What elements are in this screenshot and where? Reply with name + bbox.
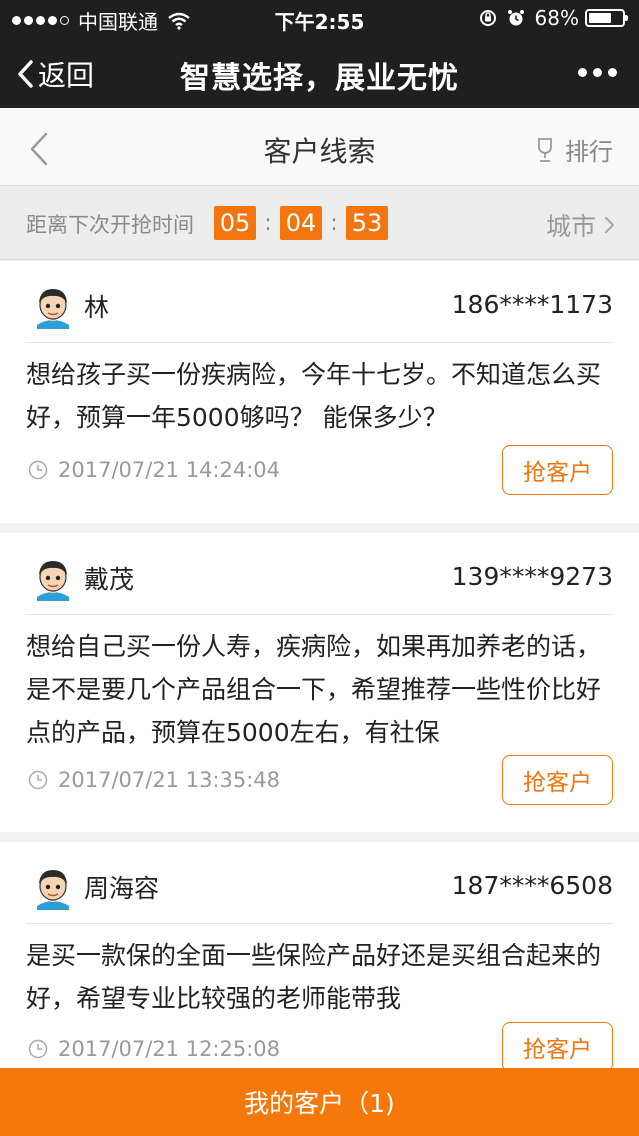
avatar — [37, 561, 69, 601]
ranking-button[interactable]: 排行 — [533, 132, 613, 167]
lead-timestamp: 2017/07/21 13:35:48 — [28, 768, 280, 792]
page-header: 客户线索 排行 — [0, 108, 639, 186]
wechat-nav-bar: 返回 智慧选择，展业无忧 — [0, 36, 639, 108]
grab-customer-button[interactable]: 抢客户 — [502, 755, 613, 805]
lead-name: 戴茂 — [84, 565, 135, 594]
lead-card-header: 戴茂 139****9273 — [26, 533, 613, 615]
city-filter-button[interactable]: 城市 — [546, 207, 615, 243]
clock-icon — [28, 1039, 48, 1059]
trophy-icon — [538, 137, 552, 162]
lead-time-text: 2017/07/21 14:24:04 — [58, 458, 281, 482]
lead-message: 是买一款保的全面一些保险产品好还是买组合起来的好，希望专业比较强的老师能带我 — [26, 941, 602, 1013]
battery-icon — [585, 9, 628, 27]
rotation-lock-icon — [479, 10, 496, 26]
timer-hours: 05 — [214, 206, 256, 240]
lead-time-text: 2017/07/21 13:35:48 — [58, 768, 281, 792]
grab-customer-button[interactable]: 抢客户 — [502, 1022, 613, 1072]
lead-timestamp: 2017/07/21 14:24:04 — [28, 458, 280, 482]
lead-time-text: 2017/07/21 12:25:08 — [58, 1037, 281, 1061]
chevron-right-icon — [604, 216, 615, 234]
countdown-bar: 距离下次开抢时间 05 : 04 : 53 城市 — [0, 187, 639, 260]
rank-label: 排行 — [565, 138, 613, 166]
avatar — [37, 870, 69, 910]
countdown-timer: 05 : 04 : 53 — [214, 206, 388, 240]
timer-separator: : — [264, 210, 272, 236]
lead-card: 戴茂 139****9273 想给自己买一份人寿，疾病险，如果再加养老的话，是不… — [0, 533, 639, 832]
more-options-icon[interactable] — [572, 68, 617, 77]
status-bar: 中国联通 下午2:55 68% — [0, 0, 639, 36]
timer-separator: : — [330, 210, 338, 236]
my-customers-button[interactable]: 我的客户（1) — [0, 1068, 639, 1136]
grab-customer-button[interactable]: 抢客户 — [502, 445, 613, 495]
alarm-icon — [507, 10, 524, 26]
avatar — [37, 289, 69, 329]
timer-minutes: 04 — [280, 206, 322, 240]
clock-icon — [28, 770, 48, 790]
lead-name: 周海容 — [84, 874, 160, 903]
lead-phone: 186****1173 — [451, 290, 613, 319]
lead-card: 周海容 187****6508 是买一款保的全面一些保险产品好还是买组合起来的好… — [0, 842, 639, 1082]
lead-card: 林 186****1173 想给孩子买一份疾病险，今年十七岁。不知道怎么买好，预… — [0, 261, 639, 523]
lead-card-header: 林 186****1173 — [26, 261, 613, 343]
lead-timestamp: 2017/07/21 12:25:08 — [28, 1037, 280, 1061]
lead-phone: 187****6508 — [451, 871, 613, 900]
timer-seconds: 53 — [346, 206, 388, 240]
clock-icon — [28, 460, 48, 480]
lead-message: 想给孩子买一份疾病险，今年十七岁。不知道怎么买好，预算一年5000够吗？ 能保多… — [26, 360, 602, 432]
lead-phone: 139****9273 — [451, 562, 613, 591]
countdown-label: 距离下次开抢时间 — [26, 213, 194, 237]
lead-card-header: 周海容 187****6508 — [26, 842, 613, 924]
lead-name: 林 — [84, 293, 110, 322]
nav-title: 智慧选择，展业无忧 — [180, 61, 459, 96]
lead-message: 想给自己买一份人寿，疾病险，如果再加养老的话，是不是要几个产品组合一下，希望推荐… — [26, 632, 602, 747]
city-label: 城市 — [545, 212, 596, 241]
battery-percent: 68% — [534, 6, 579, 30]
